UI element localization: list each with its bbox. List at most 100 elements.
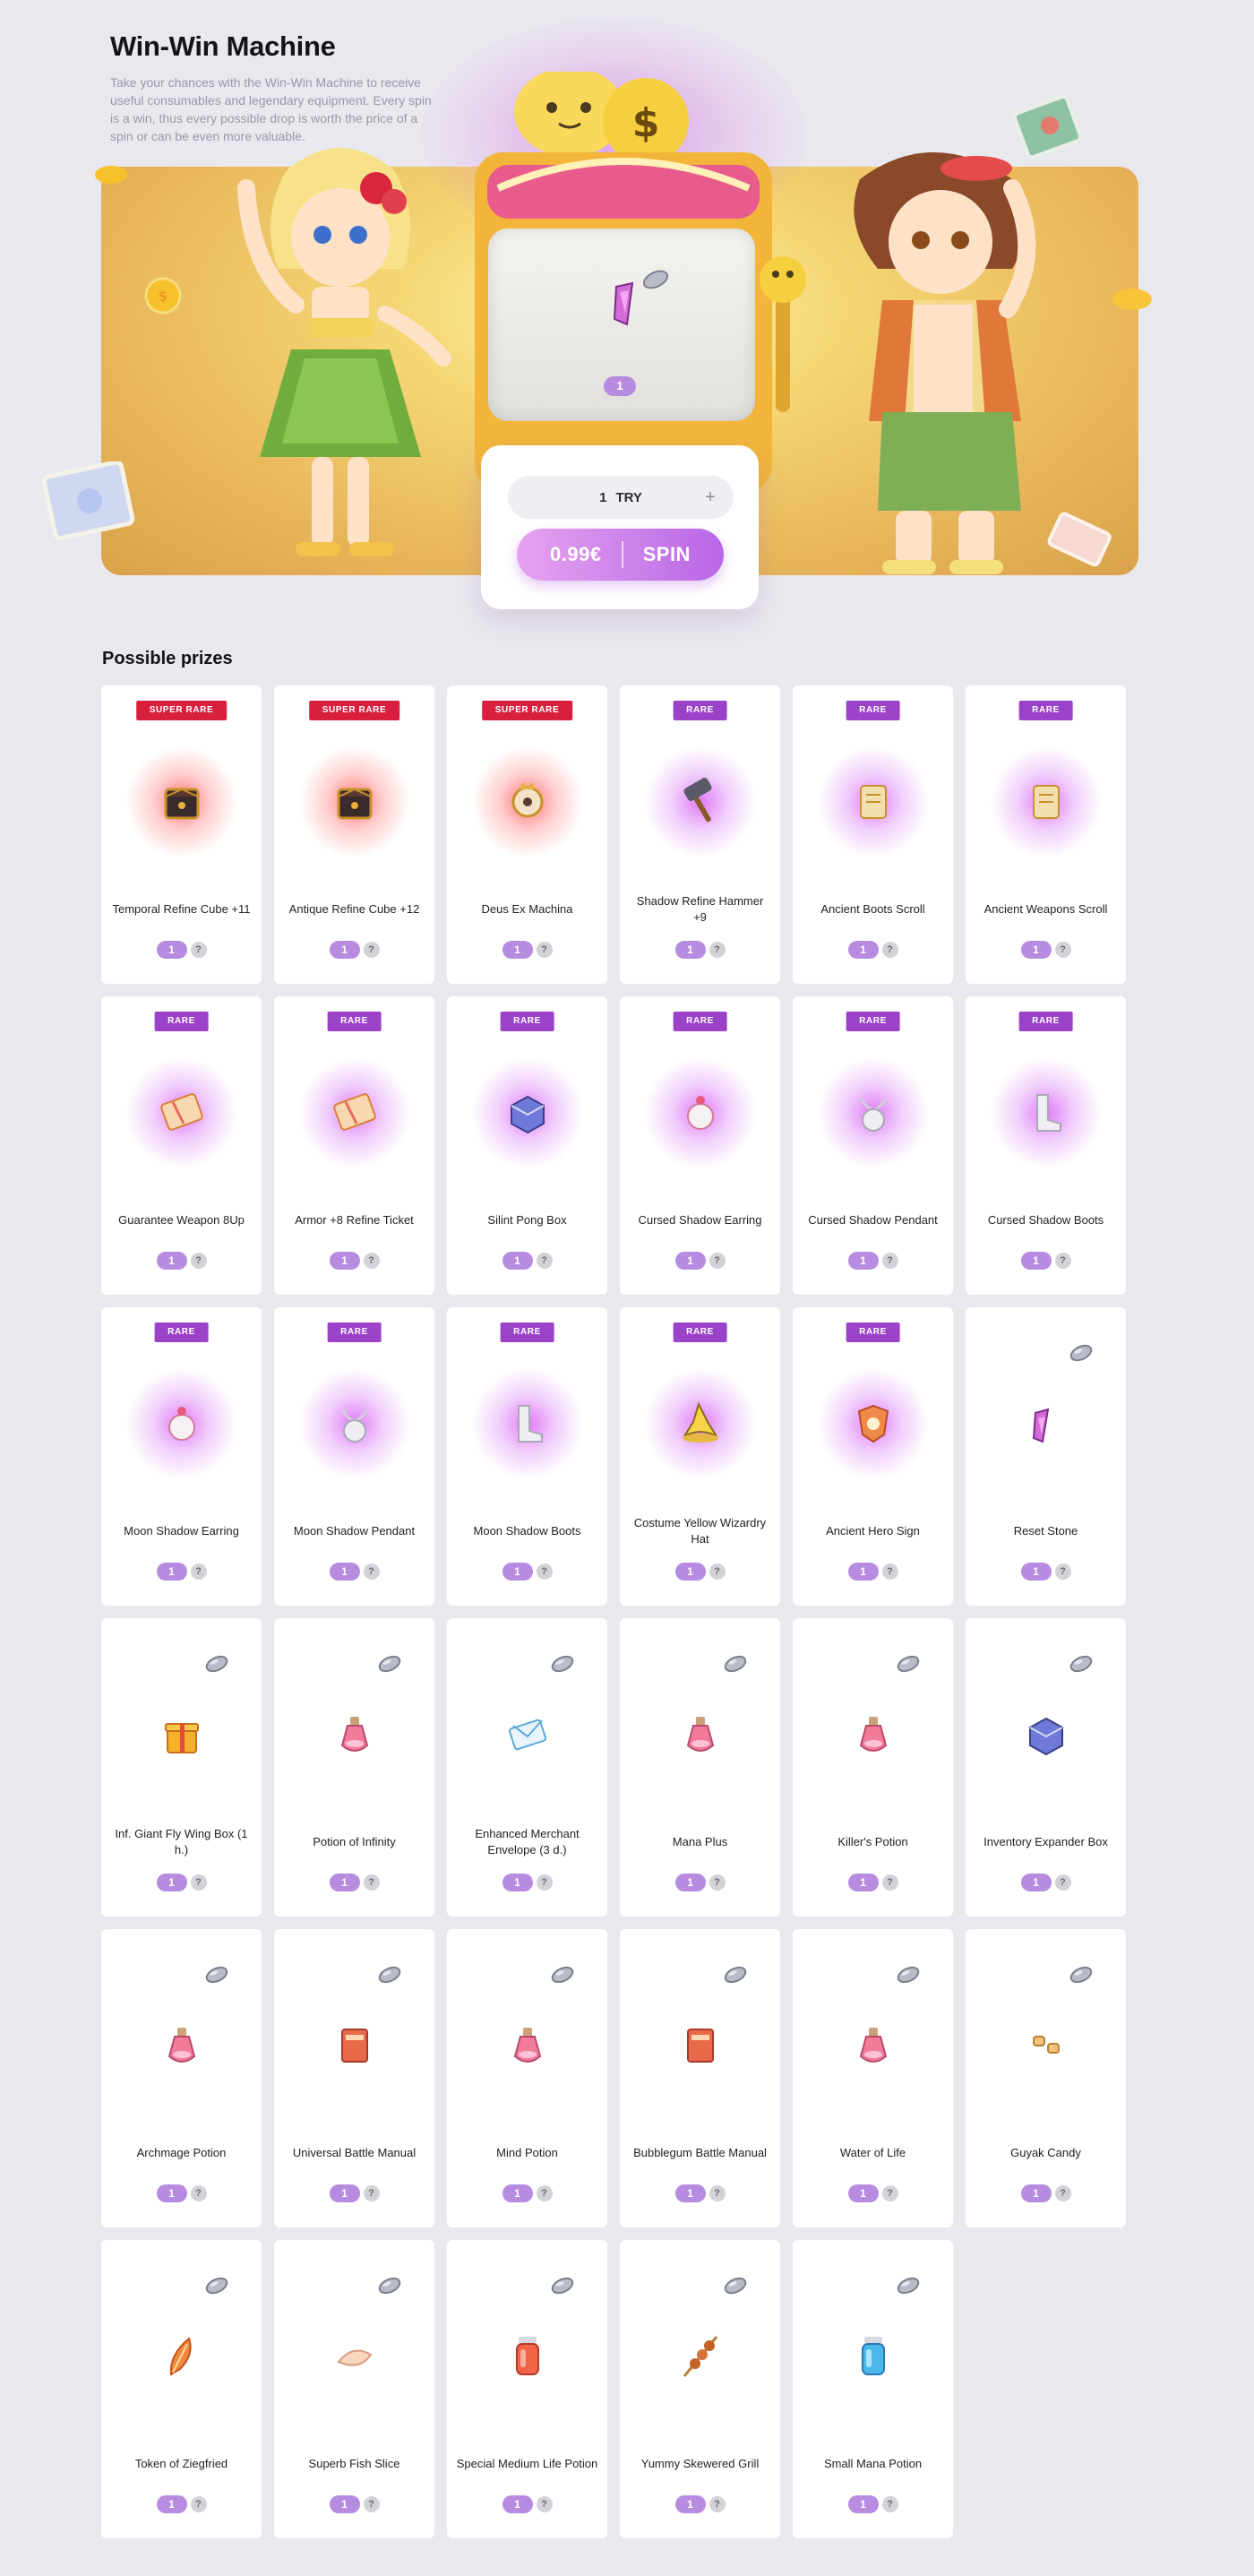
help-icon[interactable]: ?: [190, 1874, 207, 1891]
quantity-badge: 1: [502, 2184, 533, 2202]
prize-name: Mana Plus: [672, 1835, 728, 1848]
prize-card[interactable]: Universal Battle Manual 1?: [274, 1929, 434, 2227]
quantity-badge: 1: [674, 2184, 706, 2202]
prize-card[interactable]: Killer's Potion 1?: [793, 1618, 953, 1917]
help-icon[interactable]: ?: [881, 1564, 898, 1580]
prize-name: Superb Fish Slice: [308, 2457, 400, 2470]
help-icon[interactable]: ?: [536, 1253, 553, 1269]
prize-card[interactable]: Reset Stone 1?: [966, 1307, 1126, 1606]
tradable-icon: [897, 2277, 920, 2295]
spin-button[interactable]: 0.99€ SPIN: [517, 529, 724, 581]
help-icon[interactable]: ?: [1054, 1253, 1071, 1269]
prize-card[interactable]: Bubblegum Battle Manual 1?: [620, 1929, 780, 2227]
help-icon[interactable]: ?: [363, 2496, 380, 2512]
prize-card[interactable]: RARE Ancient Weapons Scroll 1?: [966, 685, 1126, 984]
prize-card[interactable]: RARE Silint Pong Box 1?: [447, 996, 607, 1295]
help-icon[interactable]: ?: [536, 2185, 553, 2201]
help-icon[interactable]: ?: [363, 942, 380, 958]
prize-card[interactable]: RARE Moon Shadow Pendant 1?: [274, 1307, 434, 1606]
potion-icon: [513, 2028, 541, 2063]
prize-card[interactable]: SUPER RARE Temporal Refine Cube +11 1?: [101, 685, 262, 984]
help-icon[interactable]: ?: [881, 1253, 898, 1269]
help-icon[interactable]: ?: [709, 1564, 726, 1580]
prize-card[interactable]: Yummy Skewered Grill 1?: [620, 2240, 780, 2538]
prize-card[interactable]: Mind Potion 1?: [447, 1929, 607, 2227]
prize-card[interactable]: RARE Shadow Refine Hammer +9 1?: [620, 685, 780, 984]
help-icon[interactable]: ?: [190, 2185, 207, 2201]
help-icon[interactable]: ?: [1054, 1874, 1071, 1891]
quantity-badge: 1: [1020, 1874, 1052, 1891]
help-icon[interactable]: ?: [190, 2496, 207, 2512]
help-icon[interactable]: ?: [536, 2496, 553, 2512]
quantity-badge: 1: [329, 2184, 360, 2202]
help-icon[interactable]: ?: [536, 1874, 553, 1891]
prize-card[interactable]: RARE Armor +8 Refine Ticket 1?: [274, 996, 434, 1295]
quantity-badge: 1: [674, 1252, 706, 1270]
rarity-badge: RARE: [673, 701, 727, 720]
prize-card[interactable]: Small Mana Potion 1?: [793, 2240, 953, 2538]
quantity-badge: 1: [1020, 941, 1052, 959]
prize-card[interactable]: Potion of Infinity 1?: [274, 1618, 434, 1917]
prize-card[interactable]: SUPER RARE Deus Ex Machina 1?: [447, 685, 607, 984]
prize-card[interactable]: Special Medium Life Potion 1?: [447, 2240, 607, 2538]
prize-card[interactable]: SUPER RARE Antique Refine Cube +12 1?: [274, 685, 434, 984]
prize-name: Silint Pong Box: [487, 1213, 567, 1227]
tradable-icon: [205, 1655, 228, 1673]
prize-card[interactable]: RARE Cursed Shadow Pendant 1?: [793, 996, 953, 1295]
prize-card[interactable]: RARE Ancient Hero Sign 1?: [793, 1307, 953, 1606]
help-icon[interactable]: ?: [881, 2185, 898, 2201]
help-icon[interactable]: ?: [363, 1564, 380, 1580]
help-icon[interactable]: ?: [709, 1874, 726, 1891]
prize-card[interactable]: RARE Moon Shadow Earring 1?: [101, 1307, 262, 1606]
prize-card[interactable]: Guyak Candy 1?: [966, 1929, 1126, 2227]
help-icon[interactable]: ?: [363, 1874, 380, 1891]
prize-card[interactable]: Mana Plus 1?: [620, 1618, 780, 1917]
help-icon[interactable]: ?: [363, 1253, 380, 1269]
help-icon[interactable]: ?: [1054, 2185, 1071, 2201]
prize-name: Special Medium Life Potion: [456, 2457, 598, 2470]
help-icon[interactable]: ?: [709, 2185, 726, 2201]
prize-name: Armor +8 Refine Ticket: [295, 1213, 414, 1227]
prize-name: Temporal Refine Cube +11: [112, 902, 251, 916]
tradable-icon: [1069, 1344, 1093, 1362]
prize-quantity-row: 1?: [101, 1563, 262, 1581]
prize-card[interactable]: RARE Cursed Shadow Earring 1?: [620, 996, 780, 1295]
prize-card[interactable]: Inf. Giant Fly Wing Box (1 h.) 1?: [101, 1618, 262, 1917]
prize-quantity-row: 1?: [966, 1563, 1126, 1581]
help-icon[interactable]: ?: [709, 1253, 726, 1269]
prize-name: Archmage Potion: [136, 2146, 227, 2159]
prize-card[interactable]: RARE Moon Shadow Boots 1?: [447, 1307, 607, 1606]
help-icon[interactable]: ?: [190, 1253, 207, 1269]
prize-card[interactable]: Archmage Potion 1?: [101, 1929, 262, 2227]
rarity-badge: RARE: [500, 1012, 554, 1031]
quantity-badge: 1: [156, 1563, 187, 1581]
prize-card[interactable]: RARE Ancient Boots Scroll 1?: [793, 685, 953, 984]
prize-card[interactable]: RARE Costume Yellow Wizardry Hat 1?: [620, 1307, 780, 1606]
potion-icon: [686, 1717, 714, 1752]
prize-card[interactable]: Water of Life 1?: [793, 1929, 953, 2227]
help-icon[interactable]: ?: [190, 1564, 207, 1580]
box-icon: [1028, 1717, 1063, 1756]
help-icon[interactable]: ?: [881, 2496, 898, 2512]
increase-tries-button[interactable]: +: [697, 484, 724, 511]
quantity-badge: 1: [502, 1874, 533, 1891]
prize-card[interactable]: Superb Fish Slice 1?: [274, 2240, 434, 2538]
quantity-badge: 1: [156, 941, 187, 959]
svg-text:$: $: [159, 288, 167, 305]
help-icon[interactable]: ?: [1054, 1564, 1071, 1580]
prize-card[interactable]: Inventory Expander Box 1?: [966, 1618, 1126, 1917]
prize-card[interactable]: Enhanced Merchant Envelope (3 d.) 1?: [447, 1618, 607, 1917]
help-icon[interactable]: ?: [1054, 942, 1071, 958]
help-icon[interactable]: ?: [536, 1564, 553, 1580]
prize-card[interactable]: RARE Cursed Shadow Boots 1?: [966, 996, 1126, 1295]
help-icon[interactable]: ?: [536, 942, 553, 958]
help-icon[interactable]: ?: [190, 942, 207, 958]
prize-card[interactable]: Token of Ziegfried 1?: [101, 2240, 262, 2538]
help-icon[interactable]: ?: [881, 1874, 898, 1891]
tradable-icon: [205, 2277, 228, 2295]
help-icon[interactable]: ?: [881, 942, 898, 958]
help-icon[interactable]: ?: [709, 2496, 726, 2512]
help-icon[interactable]: ?: [363, 2185, 380, 2201]
prize-card[interactable]: RARE Guarantee Weapon 8Up 1?: [101, 996, 262, 1295]
help-icon[interactable]: ?: [709, 942, 726, 958]
